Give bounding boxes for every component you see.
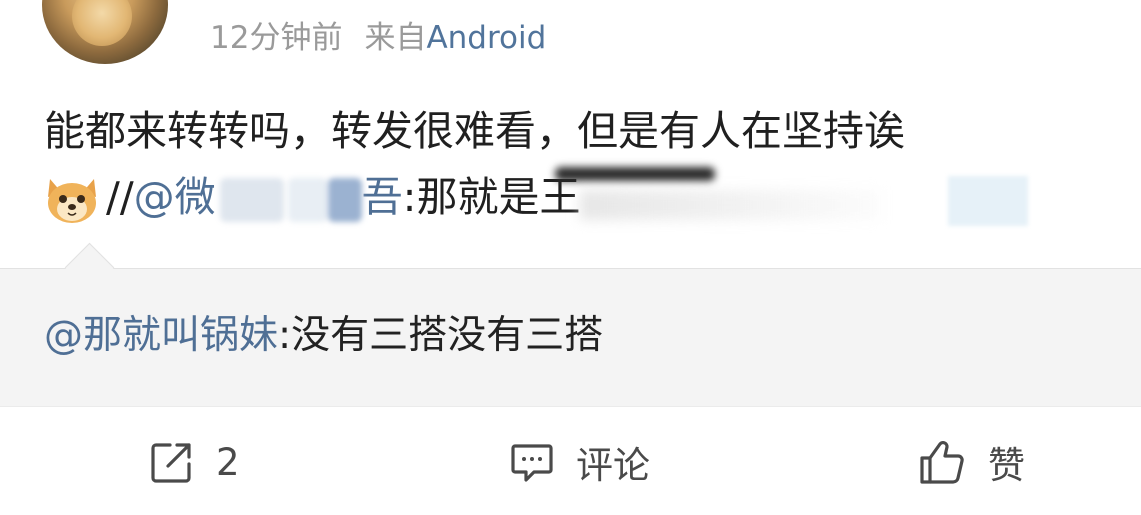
share-arrow-icon (150, 440, 194, 484)
repost-text: :那就是王 (402, 173, 581, 221)
quoted-user-link[interactable]: @那就叫锅妹 (44, 313, 278, 358)
redaction-blur (580, 190, 880, 220)
doge-emoji-icon (44, 175, 100, 225)
post-time: 12分钟前 (210, 20, 343, 56)
repost-chain-prefix: // (106, 173, 134, 221)
repost-mention-link[interactable]: @微 (134, 173, 216, 221)
comment-button[interactable]: 评论 (510, 437, 650, 487)
quoted-content: :没有三搭没有三搭 (278, 313, 604, 358)
repost-mention-tail[interactable]: 吾 (362, 173, 403, 221)
repost-chain-line: //@微 吾:那就是王 (44, 168, 580, 228)
source-prefix: 来自 (364, 20, 427, 56)
like-button[interactable]: 赞 (918, 437, 1025, 487)
blurred-username-part (287, 178, 328, 222)
redaction-strip (555, 167, 715, 181)
comment-label: 评论 (576, 444, 650, 487)
action-bar: 2 评论 赞 (0, 406, 1141, 515)
post-meta: 12分钟前 来自Android (210, 18, 546, 58)
blurred-username-part (327, 178, 362, 222)
redaction-box (948, 176, 1028, 226)
repost-button[interactable]: 2 (150, 437, 240, 487)
repost-count: 2 (216, 440, 240, 484)
quoted-post-text: @那就叫锅妹:没有三搭没有三搭 (44, 310, 603, 362)
source-link[interactable]: Android (426, 20, 546, 56)
weibo-post: 12分钟前 来自Android 能都来转转吗，转发很难看，但是有人在坚持诶 //@… (0, 0, 1141, 515)
thumbs-up-icon (918, 438, 966, 486)
like-label: 赞 (988, 444, 1025, 487)
avatar-face (72, 0, 132, 46)
user-avatar[interactable] (42, 0, 168, 64)
comment-bubble-icon (510, 440, 554, 484)
post-text-line: 能都来转转吗，转发很难看，但是有人在坚持诶 (44, 107, 905, 155)
blurred-username-part (219, 178, 284, 222)
